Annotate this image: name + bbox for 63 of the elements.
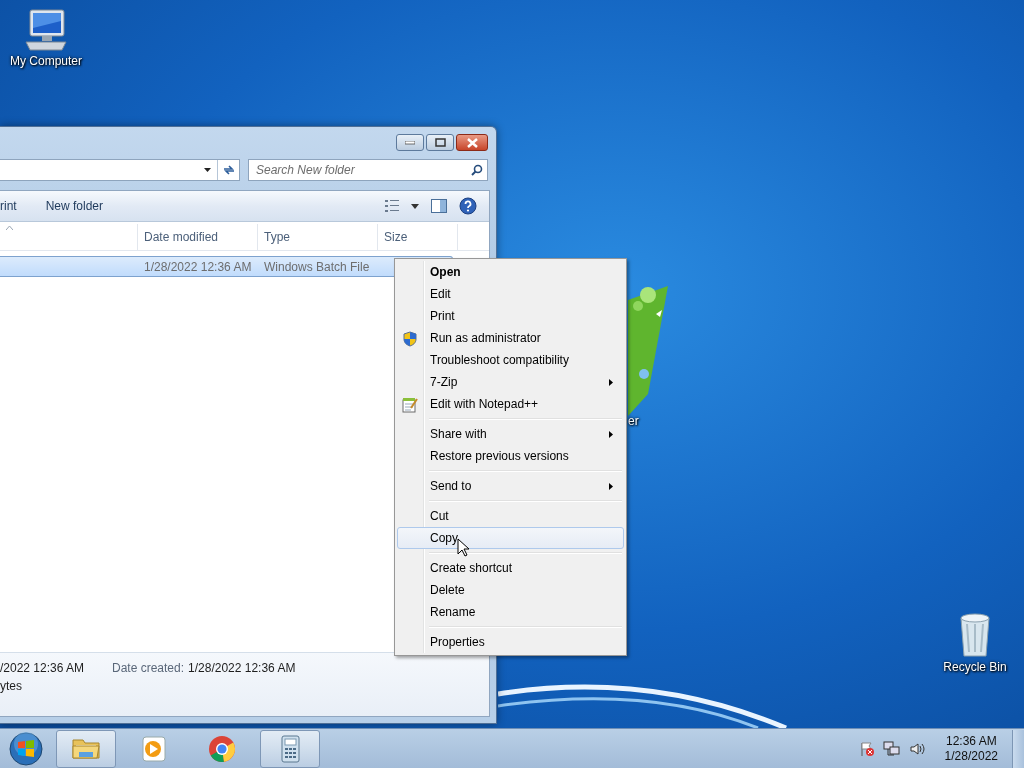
restore-icon	[434, 138, 446, 147]
menu-item[interactable]: Delete	[397, 579, 624, 601]
close-icon	[466, 137, 478, 148]
submenu-arrow-icon	[609, 379, 613, 386]
taskbar-app-button[interactable]	[56, 729, 116, 768]
speaker-icon[interactable]	[908, 740, 925, 757]
submenu-arrow-icon	[609, 431, 613, 438]
caret-icon[interactable]	[411, 203, 419, 209]
date-modified-value: /2022 12:36 AM	[0, 661, 86, 675]
caret-icon	[203, 168, 211, 172]
table-cell-text: 1/28/2022 12:36 AM	[143, 258, 253, 276]
minimize-icon	[405, 140, 415, 145]
menu-item[interactable]: Properties	[397, 631, 624, 653]
menu-item[interactable]: Restore previous versions	[397, 445, 624, 467]
refresh-icon	[221, 164, 236, 176]
menu-item[interactable]: Share with	[397, 423, 624, 445]
notepad-icon	[402, 397, 418, 413]
partial-desktop-icon	[628, 286, 668, 416]
menu-item[interactable]: Copy	[397, 527, 624, 549]
desktop-icon-label[interactable]: Recycle Bin	[943, 660, 1007, 674]
toolbar-button[interactable]: rint	[0, 195, 17, 217]
column-header[interactable]: Date modified	[138, 224, 258, 250]
search-icon[interactable]	[471, 164, 483, 176]
menu-item[interactable]: Troubleshoot compatibility	[397, 349, 624, 371]
view-options-icon[interactable]	[385, 200, 399, 212]
help-icon[interactable]	[459, 197, 477, 215]
close-button[interactable]	[456, 134, 488, 151]
taskbar-app-button[interactable]	[260, 729, 320, 768]
preview-pane-icon[interactable]	[431, 199, 447, 213]
column-header[interactable]: Type	[258, 224, 378, 250]
toolbar-button[interactable]: New folder	[45, 195, 104, 217]
sort-caret-icon	[6, 226, 13, 230]
clock-date: 1/28/2022	[944, 749, 998, 763]
menu-item[interactable]: Create shortcut	[397, 557, 624, 579]
desktop-icon-label[interactable]: er	[628, 414, 639, 428]
size-value: ytes	[0, 679, 23, 693]
network-icon[interactable]	[882, 740, 901, 757]
media-player-icon	[139, 733, 169, 764]
flag-icon[interactable]	[858, 740, 875, 757]
menu-item[interactable]: Edit	[397, 283, 624, 305]
menu-item[interactable]: Cut	[397, 505, 624, 527]
clock[interactable]: 12:36 AM 1/28/2022	[940, 734, 1002, 763]
clock-time: 12:36 AM	[945, 734, 997, 748]
menu-item[interactable]: Send to	[397, 475, 624, 497]
computer-icon[interactable]	[22, 8, 70, 52]
search-field[interactable]: Search New folder	[248, 159, 488, 181]
maximize-button[interactable]	[426, 134, 454, 151]
column-header[interactable]: Size	[378, 224, 458, 250]
shield-icon	[402, 331, 418, 347]
submenu-arrow-icon	[609, 483, 613, 490]
browser-icon	[207, 733, 237, 764]
minimize-button[interactable]	[396, 134, 424, 151]
menu-item[interactable]: Edit with Notepad++	[397, 393, 624, 415]
menu-item[interactable]: Print	[397, 305, 624, 327]
table-cell-text: Windows Batch File	[263, 258, 371, 276]
date-created-value: 1/28/2022 12:36 AM	[187, 661, 297, 675]
date-created-label: Date created:	[112, 661, 185, 675]
desktop-icon-label[interactable]: My Computer	[10, 54, 82, 68]
menu-item[interactable]: Run as administrator	[397, 327, 624, 349]
menu-item[interactable]: 7-Zip	[397, 371, 624, 393]
menu-item[interactable]: Rename	[397, 601, 624, 623]
start-button[interactable]	[6, 729, 46, 768]
windows-logo-icon	[9, 731, 43, 766]
